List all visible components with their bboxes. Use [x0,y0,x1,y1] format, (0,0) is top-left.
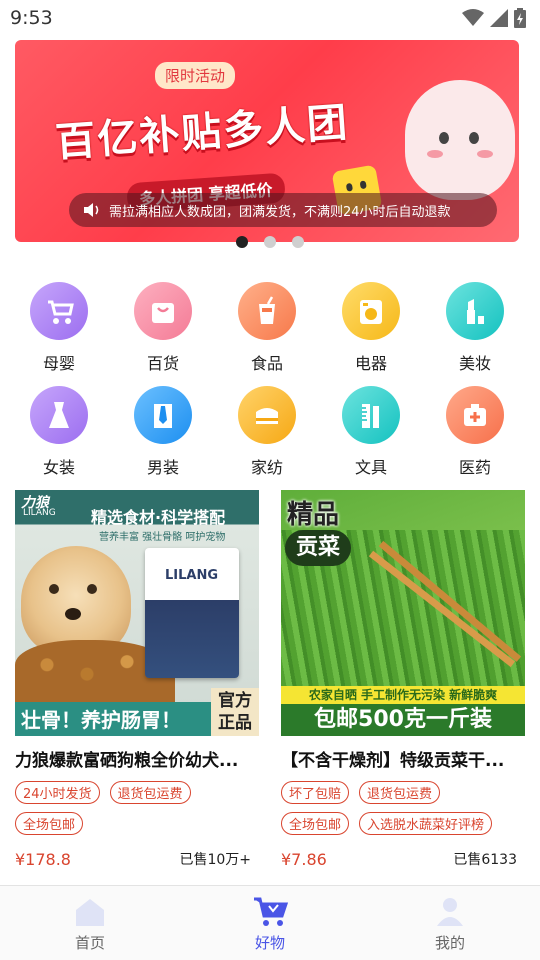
product-badge: 退货包运费 [109,781,191,804]
bed-icon [238,386,296,444]
product-badge: 退货包运费 [359,781,441,804]
promo-banner[interactable]: 限时活动 百亿补贴多人团 多人拼团 享超低价 需拉满相应人数成团，团满发货，不满… [15,40,519,242]
category-item-muying[interactable]: 母婴 [7,282,111,374]
category-label: 美妆 [458,354,491,373]
banner-headline: 百亿补贴多人团 [54,99,351,167]
product-badges: 坏了包赔 退货包运费 全场包邮 入选脱水蔬菜好评榜 [281,781,517,835]
category-label: 男装 [146,458,179,477]
dress-icon [30,386,88,444]
wifi-icon [462,9,484,26]
product-sold-count: 已售10万+ [179,852,251,868]
category-item-nanzhuang[interactable]: 男装 [111,386,215,478]
banner-notice: 需拉满相应人数成团，团满发货，不满则24小时后自动退款 [69,193,497,227]
category-label: 电器 [354,354,387,373]
image-strip-text: 农家自晒 手工制作无污染 新鲜脆爽 [281,686,525,704]
carousel-indicator [0,236,540,248]
category-item-nvzhuang[interactable]: 女装 [7,386,111,478]
category-item-jiafang[interactable]: 家纺 [215,386,319,478]
product-badge: 24小时发货 [15,781,100,804]
image-title-1: 精品 [287,500,340,530]
banner-tag: 限时活动 [155,62,236,89]
product-image[interactable]: 精品 贡菜 农家自晒 手工制作无污染 新鲜脆爽 包邮500克一斤装 [281,490,525,736]
drink-cup-icon [238,282,296,340]
category-item-dianqi[interactable]: 电器 [319,282,423,374]
washing-machine-icon [342,282,400,340]
product-sold-count: 已售6133 [453,852,517,868]
image-banner-text: 精选食材·科学搭配 [91,508,226,527]
category-label: 家纺 [250,458,283,477]
shopping-cart-icon [254,897,288,926]
home-icon [76,899,104,926]
product-badge: 全场包邮 [15,812,84,835]
category-label: 百货 [146,354,179,373]
status-time: 9:53 [10,7,53,29]
official-badge: 官方正品 [211,688,259,736]
product-card[interactable]: 力狼 LILANG 精选食材·科学搭配 营养丰富 强壮骨骼 呵护宠物 LILAN… [15,490,259,869]
category-label: 医药 [458,458,491,477]
banner-notice-text: 需拉满相应人数成团，团满发货，不满则24小时后自动退款 [109,204,451,220]
product-price: ¥178.8 [15,849,71,869]
category-label: 食品 [250,354,283,373]
category-label: 文具 [354,458,387,477]
category-item-yiyao[interactable]: 医药 [423,386,527,478]
product-title[interactable]: 力狼爆款富硒狗粮全价幼犬... [15,746,259,771]
image-bottom-text: 壮骨！养护肠胃！ [21,708,181,732]
carousel-dot[interactable] [264,236,276,248]
category-grid: 母婴 百货 食品 电器 美妆 女装 男装 家纺 文具 医药 [7,282,527,478]
nav-item-home[interactable]: 首页 [0,886,180,960]
product-image[interactable]: 力狼 LILANG 精选食材·科学搭配 营养丰富 强壮骨骼 呵护宠物 LILAN… [15,490,259,736]
category-item-wenju[interactable]: 文具 [319,386,423,478]
price-row: ¥7.86 已售6133 [281,849,525,869]
product-price: ¥7.86 [281,849,327,869]
category-label: 母婴 [42,354,75,373]
image-title-2: 贡菜 [285,530,351,566]
product-card[interactable]: 精品 贡菜 农家自晒 手工制作无污染 新鲜脆爽 包邮500克一斤装 【不含干燥剂… [281,490,525,869]
ruler-icon [342,386,400,444]
user-icon [437,898,463,926]
product-title[interactable]: 【不含干燥剂】特级贡菜干... [281,746,525,771]
price-row: ¥178.8 已售10万+ [15,849,259,869]
product-badge: 全场包邮 [281,812,350,835]
category-label: 女装 [42,458,75,477]
lipstick-icon [446,282,504,340]
nav-item-mine[interactable]: 我的 [360,886,540,960]
stroller-icon [30,282,88,340]
medical-kit-icon [446,386,504,444]
nav-item-goods[interactable]: 好物 [180,886,360,960]
mascot-egg-icon [405,80,515,200]
image-bottom-text: 包邮500克一斤装 [281,704,525,736]
nav-label: 好物 [254,934,285,952]
carousel-dot[interactable] [292,236,304,248]
category-item-meizhuang[interactable]: 美妆 [423,282,527,374]
category-item-baihuo[interactable]: 百货 [111,282,215,374]
speaker-icon [84,203,99,217]
bottom-nav: 首页 好物 我的 [0,885,540,960]
category-item-shipin[interactable]: 食品 [215,282,319,374]
carousel-dot[interactable] [236,236,248,248]
product-badge: 坏了包赔 [281,781,350,804]
nav-label: 首页 [74,934,105,952]
nav-label: 我的 [434,934,465,952]
product-badges: 24小时发货 退货包运费 全场包邮 [15,781,251,835]
status-icons [462,8,526,28]
product-list: 力狼 LILANG 精选食材·科学搭配 营养丰富 强壮骨骼 呵护宠物 LILAN… [15,490,525,869]
shopping-bag-icon [134,282,192,340]
status-bar: 9:53 [0,0,540,36]
battery-icon [514,8,526,28]
signal-icon [490,9,508,27]
product-badge: 入选脱水蔬菜好评榜 [359,812,493,835]
shirt-tie-icon [134,386,192,444]
